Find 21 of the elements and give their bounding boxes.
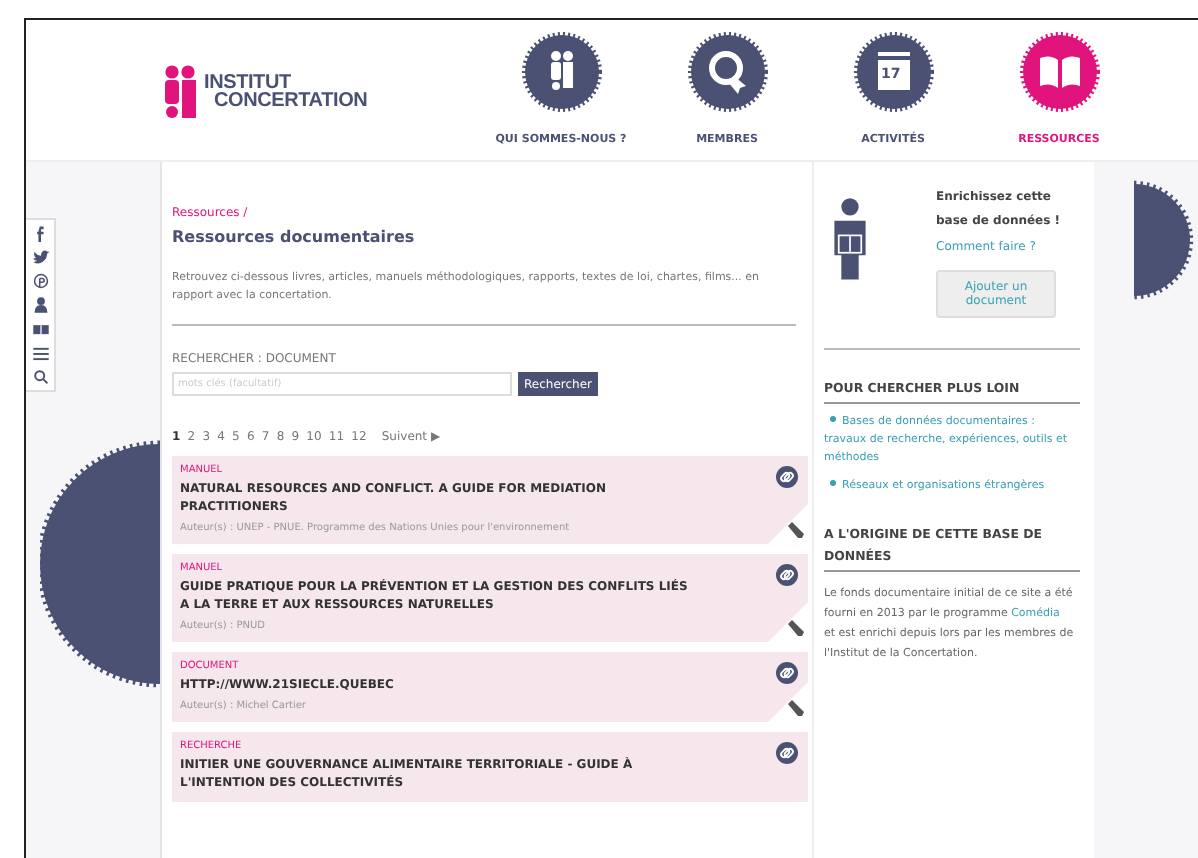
person-icon[interactable] [31, 296, 49, 314]
link-icon[interactable] [776, 662, 798, 684]
page-title: Ressources documentaires [172, 228, 417, 246]
pencil-icon[interactable] [768, 504, 808, 544]
people-icon [521, 32, 601, 112]
pinterest-icon[interactable] [31, 272, 49, 290]
logo-text: INSTITUT [204, 74, 291, 92]
link-icon[interactable] [776, 742, 798, 764]
facebook-icon[interactable] [31, 224, 49, 242]
book-icon [1019, 32, 1099, 112]
twitter-icon[interactable] [31, 248, 49, 266]
search-icon[interactable] [31, 368, 49, 386]
link-icon[interactable] [776, 466, 798, 488]
logo[interactable]: INSTITUT CONCERTATION [162, 64, 442, 120]
menu-icon[interactable] [31, 344, 49, 362]
pencil-icon[interactable] [768, 682, 808, 722]
logo-icon [162, 64, 202, 120]
logo-text: CONCERTATION [214, 92, 368, 110]
calendar-icon [853, 32, 933, 112]
link-icon[interactable] [776, 564, 798, 586]
pencil-icon[interactable] [768, 602, 808, 642]
